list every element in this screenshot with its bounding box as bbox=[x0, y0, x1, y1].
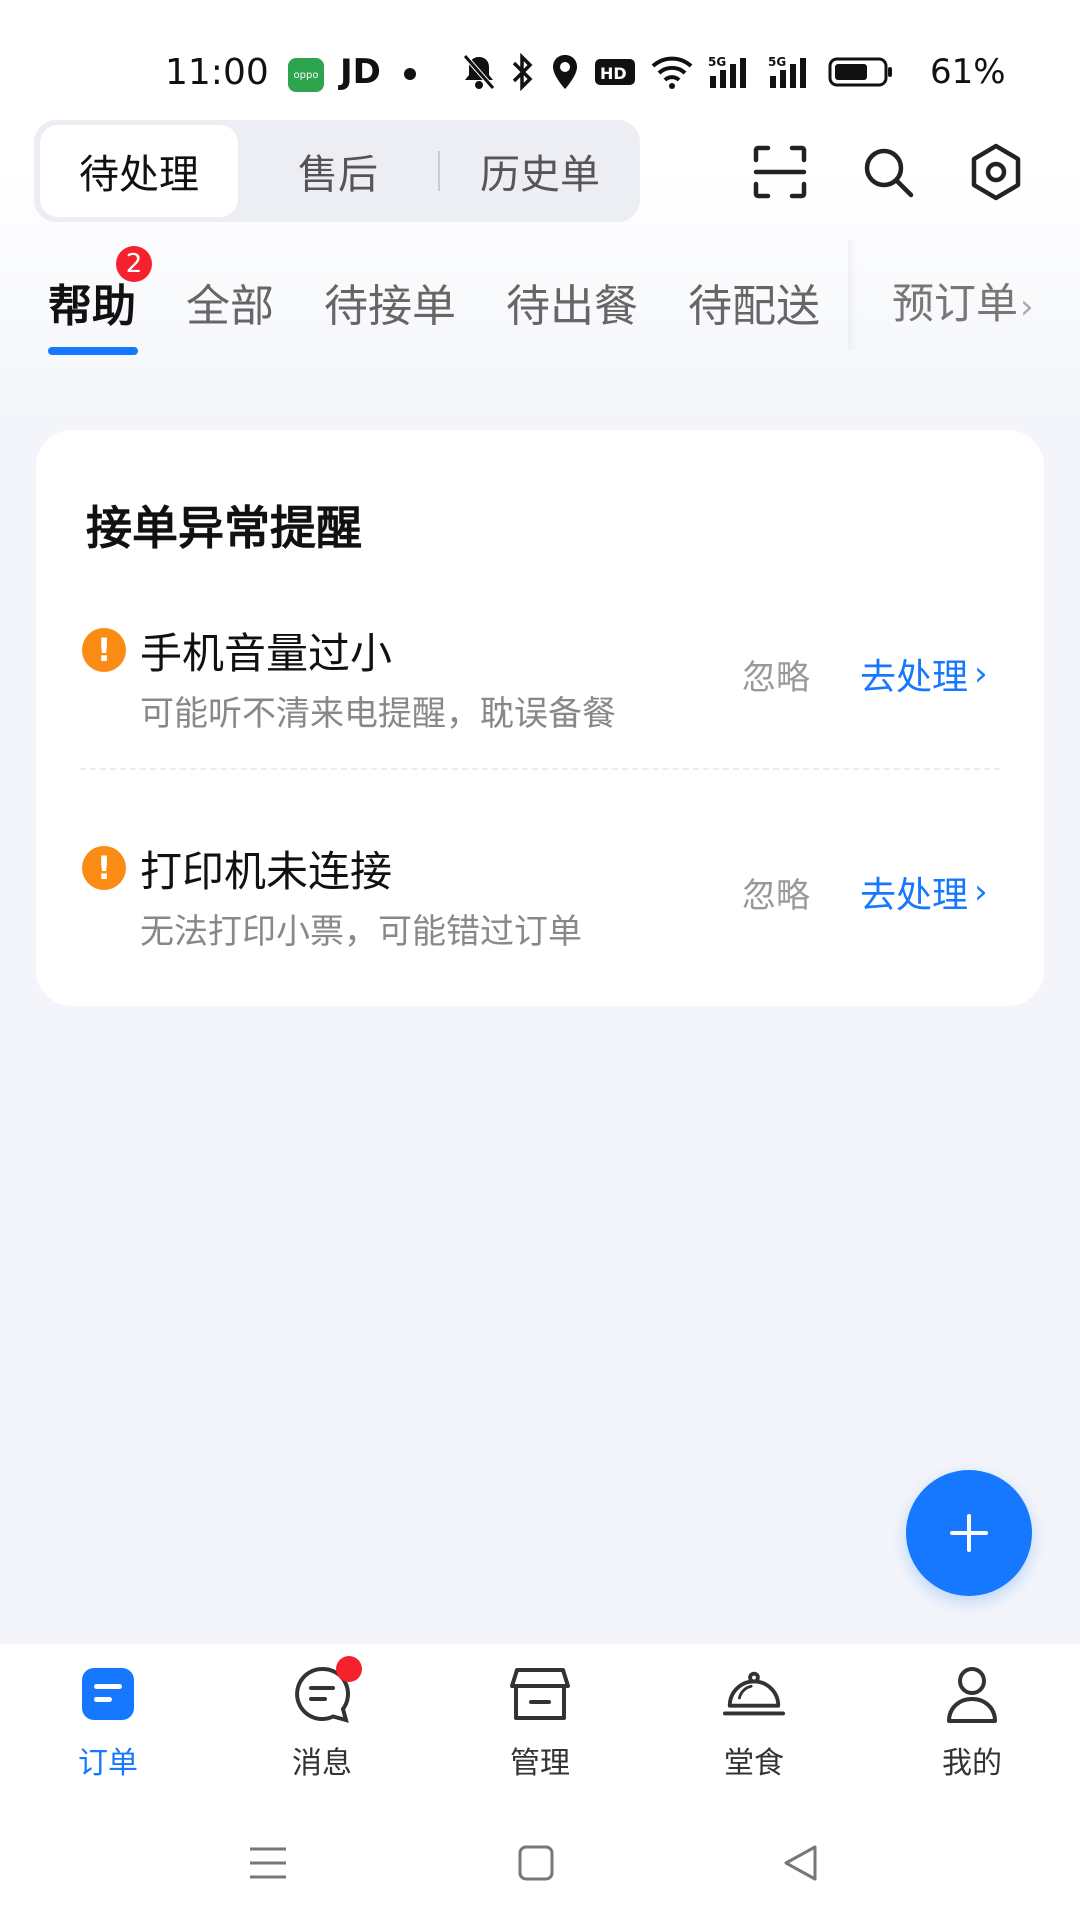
card-title: 接单异常提醒 bbox=[86, 501, 362, 555]
orders-icon bbox=[76, 1662, 140, 1726]
message-icon bbox=[290, 1656, 362, 1726]
chevron-right-icon: › bbox=[974, 654, 988, 694]
ignore-button[interactable]: 忽略 bbox=[742, 650, 810, 699]
5g-signal-icon: 5G bbox=[708, 50, 754, 94]
alert-printer: ! 打印机未连接 无法打印小票，可能错过订单 忽略 去处理 › bbox=[36, 826, 1044, 986]
order-segment-control: 待处理 售后 历史单 bbox=[34, 120, 640, 222]
user-icon bbox=[940, 1662, 1004, 1726]
tab-pending-delivery[interactable]: 待配送 bbox=[688, 270, 820, 334]
bluetooth-icon bbox=[510, 50, 536, 94]
status-icons: HD 5G 5G bbox=[462, 50, 894, 94]
nav-label-dine-in: 堂食 bbox=[724, 1746, 784, 1781]
cloche-icon bbox=[722, 1662, 786, 1726]
plus-icon bbox=[950, 1514, 988, 1552]
store-icon bbox=[508, 1662, 572, 1726]
oppo-app-icon: oppo bbox=[288, 58, 324, 92]
scan-icon[interactable] bbox=[748, 140, 812, 204]
ignore-button[interactable]: 忽略 bbox=[742, 868, 810, 917]
message-badge-dot bbox=[336, 1656, 362, 1682]
tab-reservation-label: 预订单 bbox=[892, 279, 1019, 328]
tab-reservation[interactable]: 预订单› bbox=[892, 270, 1034, 331]
alert-divider bbox=[80, 768, 1000, 770]
handle-button-label: 去处理 bbox=[860, 657, 969, 698]
order-exception-card: 接单异常提醒 ! 手机音量过小 可能听不清来电提醒，耽误备餐 忽略 去处理 › … bbox=[36, 430, 1044, 1006]
handle-button[interactable]: 去处理 › bbox=[860, 648, 988, 700]
svg-text:HD: HD bbox=[600, 64, 627, 83]
nav-item-profile[interactable]: 我的 bbox=[892, 1662, 1052, 1792]
wifi-icon bbox=[650, 50, 694, 94]
tab-scroll-shadow bbox=[848, 240, 858, 350]
nav-label-profile: 我的 bbox=[942, 1746, 1002, 1781]
alert-title: 手机音量过小 bbox=[140, 629, 393, 678]
battery-percent: 61% bbox=[930, 52, 1006, 92]
tab-pending-prepare[interactable]: 待出餐 bbox=[506, 270, 638, 334]
alert-title: 打印机未连接 bbox=[140, 847, 393, 896]
nav-item-manage[interactable]: 管理 bbox=[460, 1662, 620, 1792]
settings-icon[interactable] bbox=[964, 140, 1028, 204]
search-icon[interactable] bbox=[856, 140, 920, 204]
add-fab-button[interactable] bbox=[906, 1470, 1032, 1596]
status-carrier: JD bbox=[340, 52, 381, 92]
menu-icon[interactable] bbox=[238, 1838, 298, 1888]
status-bar: 11:00 oppo JD HD 5G 5G 61% bbox=[0, 40, 1080, 110]
alert-description: 无法打印小票，可能错过订单 bbox=[140, 912, 582, 952]
chevron-right-icon: › bbox=[974, 872, 988, 912]
nav-label-orders: 订单 bbox=[78, 1746, 138, 1781]
warning-icon: ! bbox=[82, 846, 126, 890]
system-nav-bar bbox=[0, 1804, 1080, 1920]
handle-button-label: 去处理 bbox=[860, 875, 969, 916]
order-status-tabs: 帮助 全部 待接单 待出餐 待配送 预订单› bbox=[0, 250, 1080, 360]
mute-bell-icon bbox=[462, 50, 496, 94]
battery-icon bbox=[828, 50, 894, 94]
warning-icon: ! bbox=[82, 628, 126, 672]
svg-text:5G: 5G bbox=[708, 55, 726, 69]
segment-history[interactable]: 历史单 bbox=[440, 125, 640, 217]
hd-icon: HD bbox=[594, 50, 636, 94]
nav-label-messages: 消息 bbox=[292, 1746, 352, 1781]
alert-volume: ! 手机音量过小 可能听不清来电提醒，耽误备餐 忽略 去处理 › bbox=[36, 608, 1044, 768]
bottom-nav: 订单 消息 管理 堂食 我的 bbox=[0, 1644, 1080, 1804]
chevron-right-icon: › bbox=[1020, 287, 1034, 327]
nav-item-dine-in[interactable]: 堂食 bbox=[674, 1662, 834, 1792]
status-dot-icon bbox=[404, 68, 416, 80]
tab-pending-accept[interactable]: 待接单 bbox=[324, 270, 456, 334]
nav-label-manage: 管理 bbox=[510, 1746, 570, 1781]
svg-text:5G: 5G bbox=[768, 55, 786, 69]
segment-pending[interactable]: 待处理 bbox=[40, 125, 238, 217]
5g-signal-icon: 5G bbox=[768, 50, 814, 94]
tab-all[interactable]: 全部 bbox=[186, 270, 274, 334]
home-icon[interactable] bbox=[506, 1838, 566, 1888]
location-icon bbox=[550, 50, 580, 94]
nav-item-messages[interactable]: 消息 bbox=[242, 1656, 402, 1792]
alert-description: 可能听不清来电提醒，耽误备餐 bbox=[140, 694, 616, 734]
status-time: 11:00 bbox=[165, 52, 269, 93]
nav-item-orders[interactable]: 订单 bbox=[28, 1662, 188, 1792]
tab-help[interactable]: 帮助 bbox=[48, 270, 136, 334]
active-tab-indicator bbox=[48, 347, 138, 355]
handle-button[interactable]: 去处理 › bbox=[860, 866, 988, 918]
tab-help-badge: 2 bbox=[116, 246, 152, 282]
segment-after-sales[interactable]: 售后 bbox=[238, 125, 438, 217]
back-icon[interactable] bbox=[770, 1838, 830, 1888]
